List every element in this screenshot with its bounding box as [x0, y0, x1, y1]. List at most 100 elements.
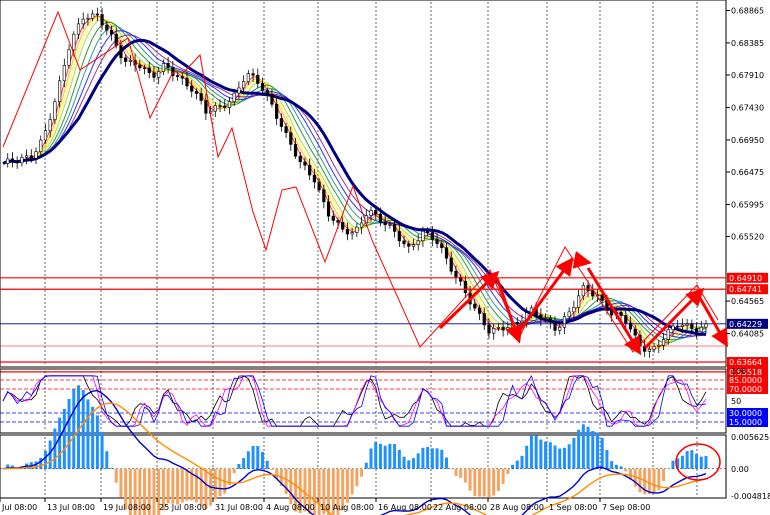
- macd-bar: [383, 445, 387, 469]
- macd-bar: [605, 449, 609, 469]
- macd-bar: [81, 389, 85, 469]
- candle-body: [562, 316, 567, 328]
- macd-bar: [567, 444, 571, 469]
- macd-bar: [176, 468, 180, 505]
- macd-bar: [581, 424, 585, 469]
- macd-bar: [194, 468, 198, 503]
- macd-bar: [624, 468, 628, 472]
- macd-bar: [369, 448, 373, 469]
- macd-bar: [345, 468, 349, 503]
- candle-body: [586, 285, 590, 291]
- macd-bar: [91, 406, 95, 469]
- macd-bar: [638, 468, 642, 493]
- candle-body: [676, 325, 680, 328]
- candle-body: [138, 64, 142, 69]
- macd-bar: [468, 468, 472, 491]
- candle-body: [402, 240, 406, 245]
- macd-bar: [270, 468, 274, 470]
- macd-bar: [76, 385, 80, 469]
- macd-bar: [350, 468, 354, 495]
- candle-body: [543, 318, 548, 320]
- macd-bar: [610, 461, 614, 469]
- macd-bar: [265, 460, 269, 469]
- macd-bar: [407, 460, 411, 469]
- macd-bar: [671, 460, 675, 469]
- macd-bar: [463, 468, 467, 483]
- macd-bar: [397, 449, 401, 469]
- x-tick-label: 19 Jul 08:00: [103, 503, 151, 512]
- y-tick-label: 0.68865: [731, 6, 764, 15]
- macd-bar: [506, 468, 510, 475]
- x-tick-label: 10 Aug 08:00: [320, 503, 374, 512]
- candle-body: [218, 105, 222, 107]
- macd-bar: [699, 456, 703, 469]
- macd-bar: [232, 468, 236, 474]
- candle-body: [567, 311, 571, 317]
- y-tick-label: 0.65995: [731, 200, 764, 209]
- candle-body: [105, 24, 109, 31]
- candle-body: [20, 157, 24, 164]
- candle-body: [43, 130, 48, 141]
- macd-bar: [595, 432, 599, 469]
- macd-bar: [256, 446, 260, 469]
- macd-bar: [185, 468, 189, 501]
- candle-body: [67, 49, 71, 66]
- macd-bar: [237, 464, 241, 469]
- candle-body: [246, 73, 250, 82]
- candle-body: [699, 326, 703, 333]
- candle-body: [558, 327, 562, 331]
- candle-body: [666, 329, 670, 340]
- candle-body: [265, 90, 269, 96]
- candle-body: [411, 244, 416, 247]
- candle-body: [374, 210, 378, 215]
- macd-bar: [529, 435, 533, 469]
- macd-tick-label: 0.005625: [731, 433, 769, 442]
- candle-body: [260, 83, 265, 91]
- macd-bar: [482, 468, 486, 497]
- macd-bar: [704, 456, 708, 469]
- macd-bar: [355, 468, 359, 487]
- macd-bar: [402, 456, 406, 469]
- candle-body: [119, 45, 123, 59]
- macd-bar: [553, 445, 557, 469]
- candle-body: [477, 307, 482, 314]
- candle-body: [506, 327, 510, 331]
- candle-body: [473, 303, 477, 309]
- candle-body: [34, 151, 38, 159]
- macd-bar: [501, 468, 505, 484]
- candle-body: [109, 29, 114, 35]
- macd-bar: [647, 468, 651, 495]
- macd-bar: [539, 439, 543, 469]
- candle-body: [690, 323, 694, 329]
- macd-bar: [242, 458, 246, 469]
- macd-bar: [67, 399, 71, 469]
- candle-body: [331, 215, 335, 221]
- macd-bar: [364, 462, 368, 469]
- level-tag-label: 0.64741: [729, 285, 762, 294]
- candle-body: [350, 232, 354, 235]
- macd-bar: [534, 435, 538, 469]
- macd-bar: [454, 468, 458, 477]
- macd-bar: [586, 426, 590, 469]
- x-tick-label: 1 Sep 08:00: [549, 503, 597, 512]
- candle-body: [289, 132, 293, 145]
- macd-bar: [614, 464, 618, 469]
- x-tick-label: 22 Aug 08:00: [433, 503, 487, 512]
- macd-bar: [251, 445, 255, 469]
- macd-bar: [558, 448, 562, 469]
- candle-body: [124, 57, 128, 62]
- macd-bar: [58, 417, 62, 469]
- candle-body: [454, 271, 458, 278]
- level-tag-label: 0.64229: [729, 320, 762, 329]
- candle-body: [407, 243, 411, 247]
- candle-body: [317, 181, 321, 191]
- level-tag-label: 0.64910: [729, 274, 762, 283]
- candle-body: [359, 222, 364, 228]
- candle-body: [671, 325, 675, 330]
- candle-body: [157, 71, 161, 78]
- macd-bar: [525, 445, 529, 469]
- macd-bar: [62, 408, 66, 469]
- macd-bar: [119, 468, 123, 498]
- candle-body: [383, 221, 387, 226]
- macd-bar: [548, 442, 552, 469]
